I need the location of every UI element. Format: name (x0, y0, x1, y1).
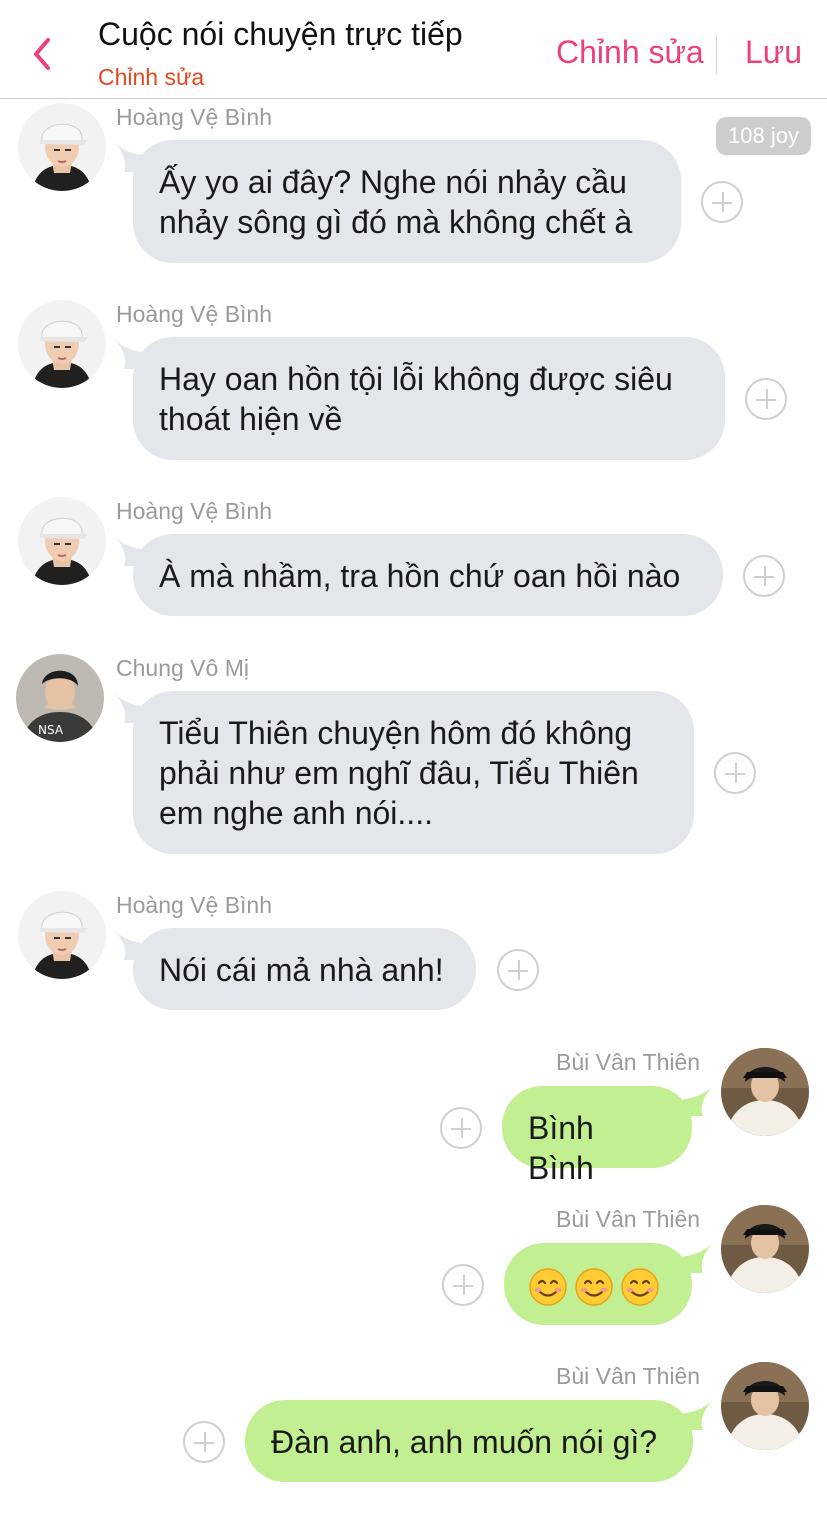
emoji-message-bubble[interactable] (504, 1243, 692, 1325)
joy-count-badge: 108 joy (716, 117, 811, 155)
add-reaction-icon[interactable] (745, 378, 787, 420)
add-reaction-icon[interactable] (714, 752, 756, 794)
sender-name: Chung Vô Mị (116, 655, 249, 681)
avatar-bui-van-thien[interactable] (721, 1048, 809, 1136)
avatar-hoang-ve-binh[interactable] (18, 300, 106, 388)
message-bubble[interactable]: Ấy yo ai đây? Nghe nói nhảy cầu nhảy sôn… (133, 140, 681, 263)
add-reaction-icon[interactable] (442, 1264, 484, 1306)
message-bubble[interactable]: Nói cái mả nhà anh! (133, 928, 476, 1010)
message-bubble[interactable]: Đàn anh, anh muốn nói gì? (245, 1400, 693, 1482)
message-bubble[interactable]: À mà nhầm, tra hồn chứ oan hồi nào (133, 534, 723, 616)
add-reaction-icon[interactable] (743, 555, 785, 597)
add-reaction-icon[interactable] (440, 1107, 482, 1149)
smiling-face-emoji-icon (528, 1267, 568, 1307)
smiling-face-emoji-icon (620, 1267, 660, 1307)
sender-name: Hoàng Vệ Bình (116, 104, 273, 130)
message-bubble[interactable]: Tiểu Thiên chuyện hôm đó không phải như … (133, 691, 694, 854)
sender-name: Bùi Vân Thiên (556, 1049, 701, 1075)
chat-title: Cuộc nói chuyện trực tiếp (98, 16, 463, 52)
save-button[interactable]: Lưu (745, 34, 802, 71)
back-chevron-icon[interactable] (26, 34, 62, 74)
sender-name: Hoàng Vệ Bình (116, 498, 273, 524)
sender-name: Hoàng Vệ Bình (116, 892, 273, 918)
add-reaction-icon[interactable] (701, 181, 743, 223)
add-reaction-icon[interactable] (497, 949, 539, 991)
avatar-hoang-ve-binh[interactable] (18, 891, 106, 979)
edit-button[interactable]: Chỉnh sửa (556, 34, 704, 71)
avatar-chung-vo-mi[interactable] (16, 654, 104, 742)
header-divider (716, 34, 717, 74)
chat-subtitle[interactable]: Chỉnh sửa (98, 64, 204, 91)
avatar-hoang-ve-binh[interactable] (18, 103, 106, 191)
message-bubble[interactable]: Hay oan hồn tội lỗi không được siêu thoá… (133, 337, 725, 460)
chat-header: Cuộc nói chuyện trực tiếp Chỉnh sửa Chỉn… (0, 0, 827, 99)
avatar-bui-van-thien[interactable] (721, 1362, 809, 1450)
sender-name: Bùi Vân Thiên (556, 1363, 701, 1389)
sender-name: Bùi Vân Thiên (556, 1206, 701, 1232)
message-bubble[interactable]: Bình Bình (502, 1086, 692, 1186)
smiling-face-emoji-icon (574, 1267, 614, 1307)
sender-name: Hoàng Vệ Bình (116, 301, 273, 327)
avatar-bui-van-thien[interactable] (721, 1205, 809, 1293)
avatar-hoang-ve-binh[interactable] (18, 497, 106, 585)
add-reaction-icon[interactable] (183, 1421, 225, 1463)
